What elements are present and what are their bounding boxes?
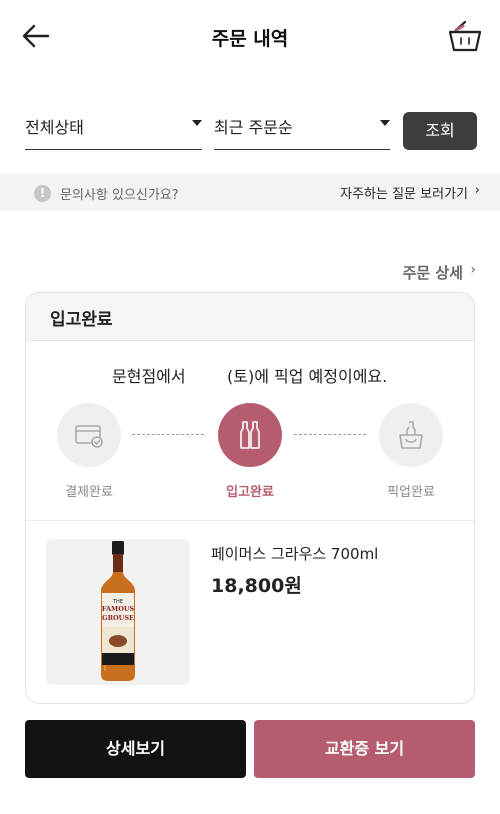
grouse-emblem — [109, 635, 127, 647]
product-price: 18,800원 — [211, 575, 302, 597]
card-check-icon — [75, 425, 103, 448]
caret-down-icon — [192, 120, 202, 126]
view-detail-button[interactable]: 상세보기 — [25, 720, 246, 778]
step-pickup-complete — [379, 403, 443, 467]
step-label: 픽업완료 — [387, 485, 435, 500]
chevron-right-icon: › — [470, 262, 476, 278]
filter-row: 전체상태 최근 주문순 조회 — [25, 106, 477, 152]
caret-down-icon — [380, 120, 390, 126]
product-image[interactable]: THE FAMOUS GROUSE — [46, 539, 190, 685]
whisky-bottle-image: THE FAMOUS GROUSE — [101, 541, 135, 681]
view-voucher-button[interactable]: 교환증 보기 — [254, 720, 475, 778]
pickup-bag-icon — [399, 421, 423, 449]
step-connector — [132, 434, 204, 435]
faq-link[interactable]: 자주하는 질문 보러가기 — [340, 183, 468, 202]
order-status-title: 입고완료 — [50, 310, 113, 330]
sort-select[interactable]: 최근 주문순 — [214, 106, 390, 150]
order-card: 입고완료 문현점에서 (토)에 픽업 예정이에요. 결제완료 입고완료 픽업완료 — [25, 292, 475, 704]
order-card-header: 입고완료 — [26, 293, 474, 341]
status-select[interactable]: 전체상태 — [25, 106, 202, 150]
pickup-store: 문현점에서 — [112, 367, 186, 386]
order-detail-link[interactable]: 주문 상세 — [403, 262, 463, 283]
bottle-label-text: FAMOUS — [102, 605, 135, 613]
app-header: 주문 내역 — [0, 0, 500, 72]
pickup-schedule: (토)에 픽업 예정이에요. — [227, 367, 388, 386]
step-payment-complete — [57, 403, 121, 467]
basket-button[interactable] — [446, 18, 484, 54]
bottles-icon — [240, 421, 260, 449]
status-select-value: 전체상태 — [25, 118, 84, 137]
product-name: 페이머스 그라우스 700ml — [211, 545, 379, 563]
step-label: 입고완료 — [226, 485, 274, 500]
page-title: 주문 내역 — [211, 28, 289, 50]
search-button[interactable]: 조회 — [403, 112, 477, 150]
chevron-right-icon: › — [474, 183, 480, 198]
basket-icon — [448, 20, 482, 52]
step-stock-complete — [218, 403, 282, 467]
step-connector — [294, 434, 366, 435]
info-icon: ! — [34, 185, 51, 202]
step-label: 결제완료 — [65, 485, 113, 500]
divider — [26, 520, 474, 521]
sort-select-value: 최근 주문순 — [214, 118, 293, 137]
bottle-label-text: GROUSE — [102, 614, 134, 622]
inquiry-bar: ! 문의사항 있으신가요? 자주하는 질문 보러가기 › — [0, 174, 500, 211]
inquiry-text: 문의사항 있으신가요? — [60, 188, 179, 203]
